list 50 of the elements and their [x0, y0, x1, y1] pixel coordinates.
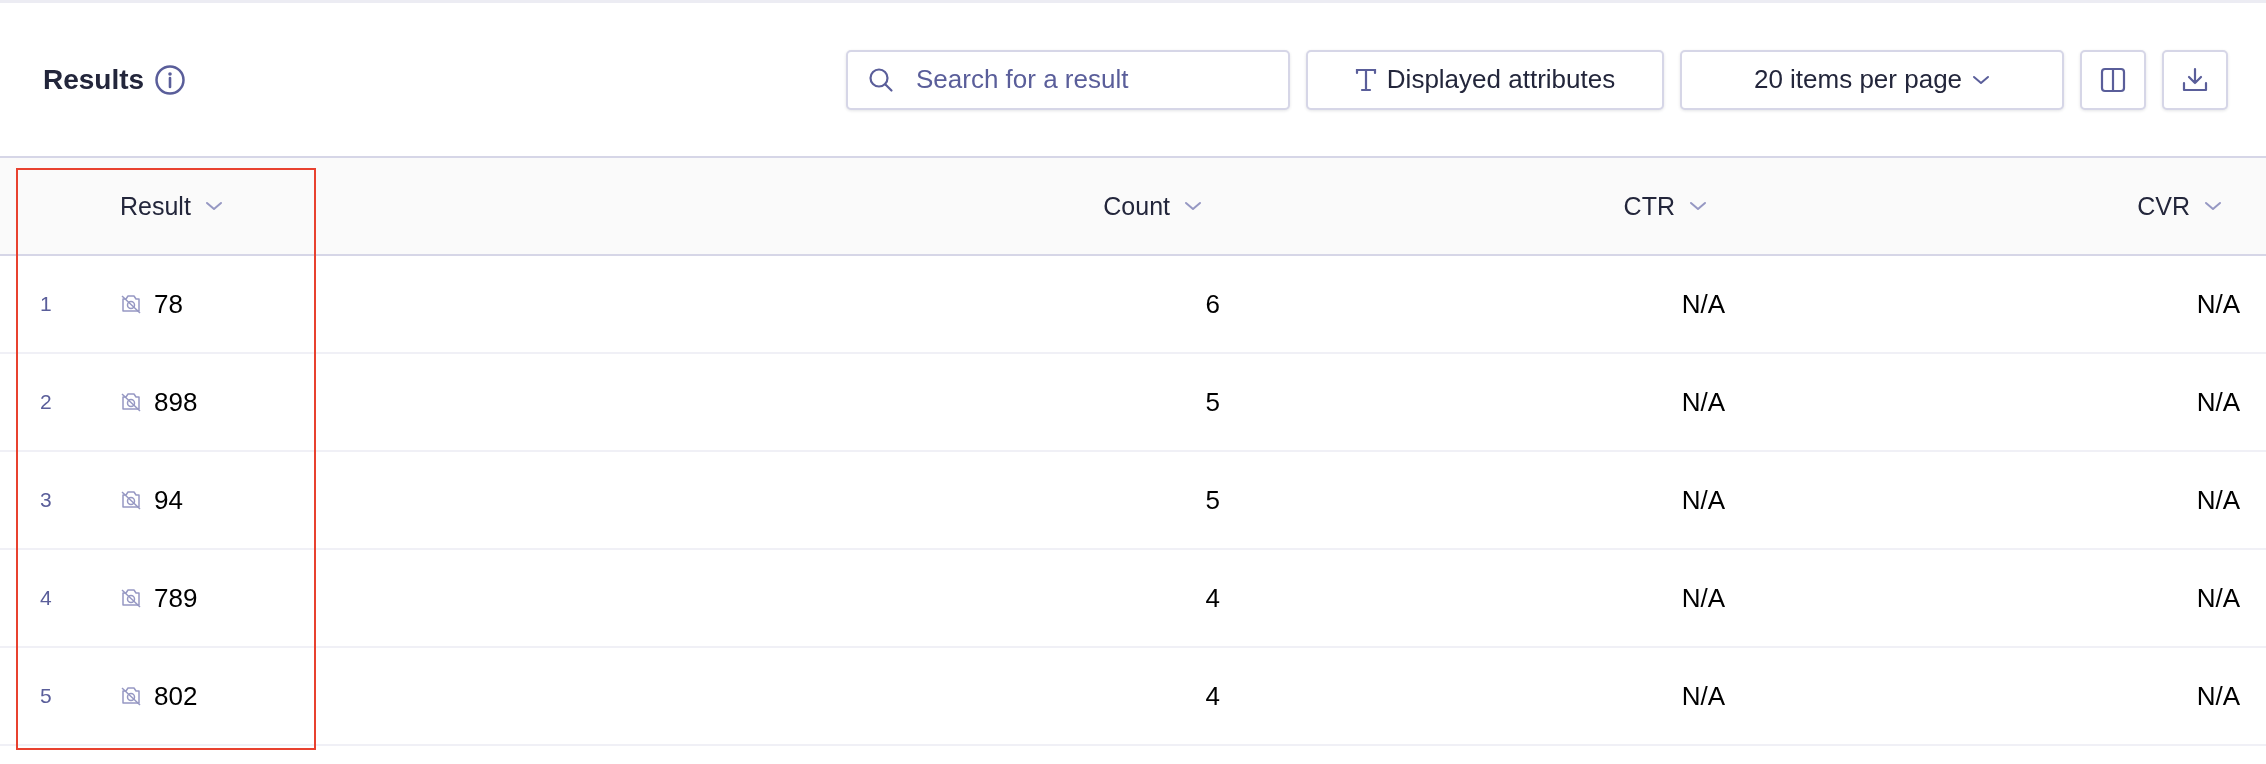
- cvr-cell: N/A: [2196, 386, 2240, 417]
- chevron-down-icon: [1972, 73, 1991, 86]
- column-header[interactable]: Count: [320, 191, 1220, 221]
- count-cell: 4: [1205, 582, 1220, 613]
- sort-chevron-icon: [204, 200, 223, 212]
- cvr-cell: N/A: [2196, 680, 2240, 711]
- download-button[interactable]: [2162, 49, 2228, 110]
- sort-chevron-icon: [1689, 200, 1707, 212]
- row-number: 1: [39, 292, 53, 316]
- result-cell: 789: [154, 582, 198, 614]
- result-cell: 898: [154, 386, 198, 418]
- download-icon: [2182, 66, 2208, 93]
- ctr-cell: N/A: [1681, 680, 1725, 711]
- cvr-cell: N/A: [2196, 582, 2240, 613]
- row-number: 3: [39, 488, 53, 512]
- row-number: 4: [39, 586, 53, 610]
- column-header[interactable]: Result: [120, 191, 320, 221]
- count-cell: 4: [1205, 680, 1220, 711]
- eye-slash-icon: [120, 686, 142, 706]
- ctr-cell: N/A: [1681, 484, 1725, 515]
- text-icon: [1354, 67, 1377, 92]
- search-icon: [868, 66, 894, 93]
- count-cell: 6: [1205, 288, 1220, 319]
- search-field[interactable]: Search for a result: [846, 49, 1290, 110]
- count-cell: 5: [1205, 484, 1220, 515]
- columns-icon: [2100, 66, 2126, 93]
- row-number: 5: [39, 684, 53, 708]
- results-title: Results: [43, 63, 145, 96]
- displayed-attributes-button[interactable]: Displayed attributes: [1306, 49, 1664, 110]
- column-header[interactable]: CTR: [1220, 191, 1725, 221]
- eye-slash-icon: [120, 588, 142, 608]
- ctr-cell: N/A: [1681, 582, 1725, 613]
- column-header[interactable]: CVR: [1725, 191, 2240, 221]
- count-cell: 5: [1205, 386, 1220, 417]
- ctr-cell: N/A: [1681, 288, 1725, 319]
- eye-slash-icon: [120, 490, 142, 510]
- sort-chevron-icon: [2204, 200, 2222, 212]
- items-per-page-dropdown[interactable]: 20 items per page: [1680, 49, 2064, 110]
- result-cell: 802: [154, 680, 198, 712]
- cvr-cell: N/A: [2196, 484, 2240, 515]
- result-cell: 94: [154, 484, 183, 516]
- sort-chevron-icon: [1184, 200, 1202, 212]
- eye-slash-icon: [120, 392, 142, 412]
- ctr-cell: N/A: [1681, 386, 1725, 417]
- columns-button[interactable]: [2080, 49, 2146, 110]
- result-cell: 78: [154, 288, 183, 320]
- row-number: 2: [39, 390, 53, 414]
- cvr-cell: N/A: [2196, 288, 2240, 319]
- info-icon[interactable]: [154, 63, 187, 96]
- eye-slash-icon: [120, 294, 142, 314]
